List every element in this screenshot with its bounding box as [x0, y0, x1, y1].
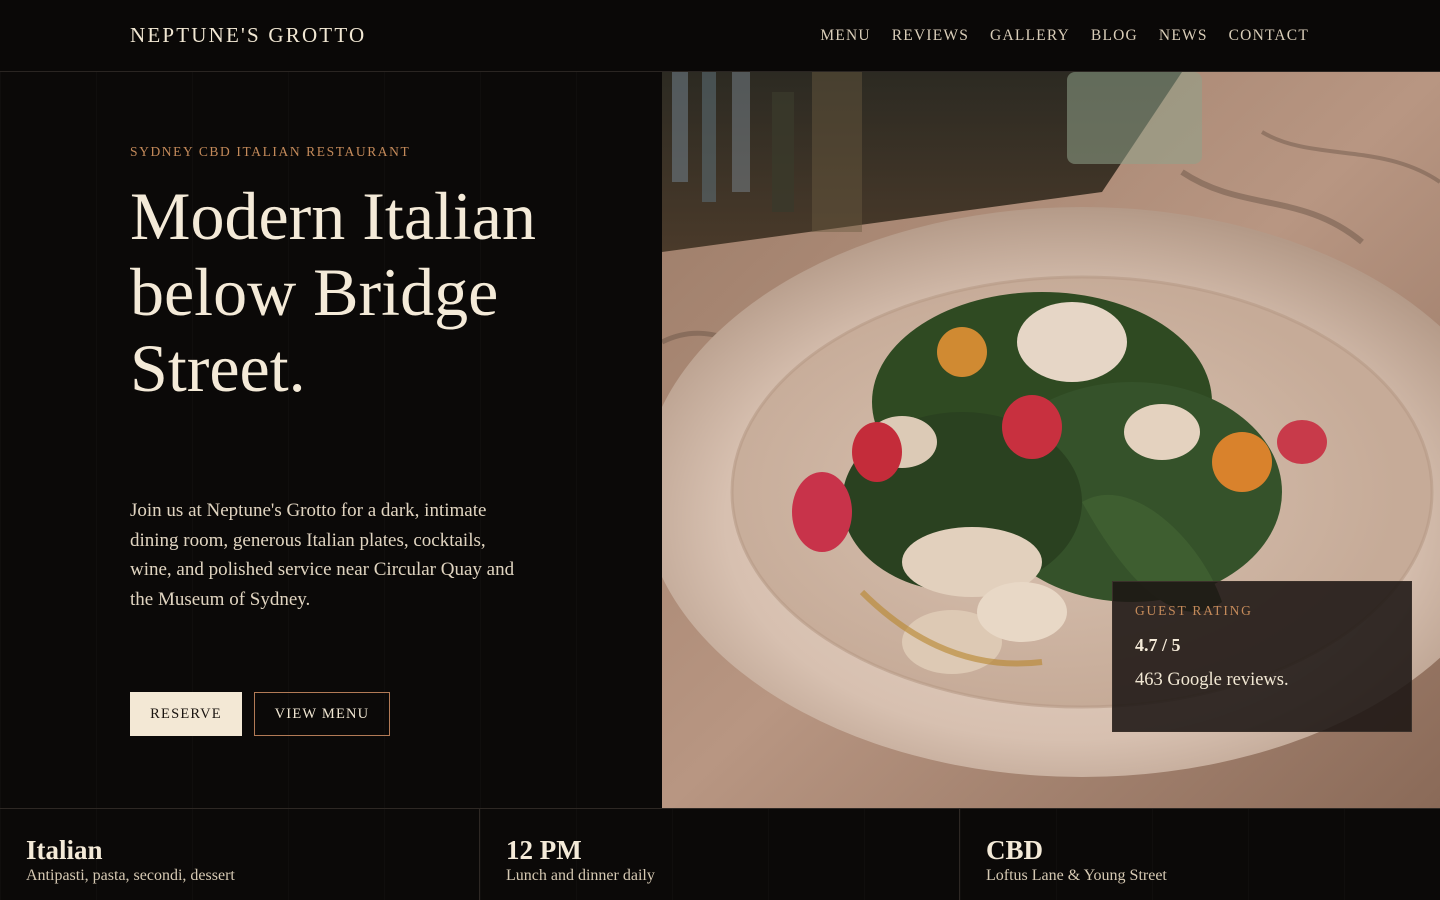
stat-subtitle: Loftus Lane & Young Street — [986, 867, 1167, 884]
stat-subtitle: Antipasti, pasta, secondi, dessert — [26, 867, 235, 884]
nav-blog[interactable]: BLOG — [1091, 27, 1138, 45]
nav-gallery[interactable]: GALLERY — [990, 27, 1070, 45]
hero-eyebrow: SYDNEY CBD ITALIAN RESTAURANT — [130, 144, 411, 159]
hero-buttons: RESERVE VIEW MENU — [130, 692, 390, 736]
stat-hours: 12 PM Lunch and dinner daily — [480, 809, 960, 900]
rating-value: 4.7 / 5 — [1135, 635, 1181, 655]
stat-title: Italian — [26, 835, 103, 865]
nav-contact[interactable]: CONTACT — [1229, 27, 1309, 45]
site-header: NEPTUNE'S GROTTO MENU REVIEWS GALLERY BL… — [0, 0, 1440, 72]
nav-reviews[interactable]: REVIEWS — [892, 27, 969, 45]
hero-headline: Modern Italian below Bridge Street. — [130, 178, 536, 406]
nav-menu[interactable]: MENU — [820, 27, 870, 45]
view-menu-button[interactable]: VIEW MENU — [254, 692, 390, 736]
stat-title: CBD — [986, 835, 1044, 865]
rating-review-count: 463 Google reviews. — [1135, 670, 1289, 690]
rating-label: GUEST RATING — [1135, 603, 1253, 618]
hero-intro: Join us at Neptune's Grotto for a dark, … — [130, 500, 515, 610]
stat-title: 12 PM — [506, 835, 582, 865]
main-nav: MENU REVIEWS GALLERY BLOG NEWS CONTACT — [820, 27, 1309, 45]
stat-subtitle: Lunch and dinner daily — [506, 867, 655, 884]
reserve-button[interactable]: RESERVE — [130, 692, 242, 736]
guest-rating-card: GUEST RATING 4.7 / 5 463 Google reviews. — [1112, 581, 1412, 732]
info-strip: Italian Antipasti, pasta, secondi, desse… — [0, 808, 1440, 900]
brand-logo[interactable]: NEPTUNE'S GROTTO — [130, 23, 366, 48]
nav-news[interactable]: NEWS — [1159, 27, 1208, 45]
stat-cuisine: Italian Antipasti, pasta, secondi, desse… — [0, 809, 480, 900]
stat-location: CBD Loftus Lane & Young Street — [960, 809, 1440, 900]
